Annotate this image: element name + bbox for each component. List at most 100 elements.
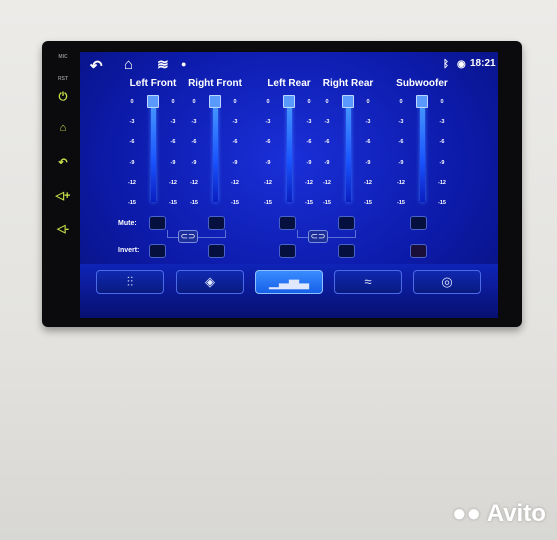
equalizer-bars-icon: ▁▃▅▃ [269, 274, 309, 289]
home-icon[interactable]: ⌂ [50, 122, 76, 134]
mute-checkbox[interactable] [338, 216, 355, 230]
scale-tick-label: -15 [397, 200, 405, 206]
scale-tick-label: -6 [439, 139, 445, 146]
scale-tick-label: -6 [365, 139, 371, 146]
scale-tick-label: -15 [323, 200, 331, 206]
scale-tick-label: -6 [324, 139, 330, 146]
tab-target[interactable]: ◈ [176, 270, 244, 294]
slider-knob[interactable] [283, 95, 295, 108]
scale-tick-label: -9 [398, 159, 404, 166]
scale-tick-label: -9 [306, 159, 312, 166]
link-rear-icon[interactable]: ⊂⊃ [308, 230, 328, 243]
volume-up-icon[interactable]: ◁+ [50, 189, 76, 202]
scale-tick-label: -9 [265, 159, 271, 166]
scale-tick-label: -3 [439, 119, 445, 126]
scale-tick-label: -9 [324, 159, 330, 166]
scale-tick-label: 0 [440, 99, 444, 105]
scale-tick-label: 0 [399, 99, 403, 105]
scale-tick-label: -3 [398, 119, 404, 126]
mute-checkbox[interactable] [410, 216, 427, 230]
mute-checkbox[interactable] [279, 216, 296, 230]
reset-button[interactable]: RST [50, 76, 76, 82]
scale-tick-label: -12 [169, 179, 177, 186]
slider-knob[interactable] [416, 95, 428, 108]
scale-tick-label: 0 [325, 99, 329, 105]
scale-tick-label: -9 [365, 159, 371, 166]
bluetooth-icon: ᛒ [443, 59, 449, 70]
scale-tick-label: -6 [265, 139, 271, 146]
scale-tick-label: -6 [129, 139, 135, 146]
slider-track[interactable] [420, 98, 425, 202]
invert-label: Invert: [118, 247, 140, 254]
scale-tick-label: -3 [170, 119, 176, 126]
layers-icon[interactable]: ≋ [157, 56, 169, 73]
tab-gauge[interactable]: ◎ [413, 270, 481, 294]
scale-tick-label: -6 [306, 139, 312, 146]
invert-checkbox[interactable] [279, 244, 296, 258]
invert-checkbox[interactable] [410, 244, 427, 258]
invert-checkbox[interactable] [338, 244, 355, 258]
scale-tick-label: -9 [191, 159, 197, 166]
tab-waves[interactable]: ≈ [334, 270, 402, 294]
invert-checkbox[interactable] [149, 244, 166, 258]
home-icon[interactable]: ⌂ [124, 56, 133, 73]
link-front-icon[interactable]: ⊂⊃ [178, 230, 198, 243]
scale-tick-label: -3 [129, 119, 135, 126]
slider-track[interactable] [213, 98, 218, 202]
scale-tick-label: -15 [438, 200, 446, 206]
scale-tick-label: 0 [192, 99, 196, 105]
scale-tick-label: -12 [231, 179, 239, 186]
volume-down-icon[interactable]: ◁- [50, 222, 76, 235]
scale-tick-label: -6 [191, 139, 197, 146]
mic-label: MIC [58, 54, 68, 60]
scale-tick-label: 0 [233, 99, 237, 105]
scale-tick-label: 0 [366, 99, 370, 105]
channel-label: Subwoofer [396, 78, 448, 89]
waves-icon: ≈ [364, 274, 372, 289]
scale-tick-label: 0 [266, 99, 270, 105]
slider-track[interactable] [151, 98, 156, 202]
slider-track[interactable] [346, 98, 351, 202]
scale-tick-label: 0 [130, 99, 134, 105]
scale-tick-label: -12 [397, 179, 405, 186]
scale-tick-label: -9 [170, 159, 176, 166]
scale-tick-label: -9 [129, 159, 135, 166]
screen: ↶ ⌂ ≋ ● ᛒ ◉ 18:21 Mute: Invert: ⊂⊃ ⊂⊃ Le… [80, 52, 498, 318]
location-icon: ◉ [457, 59, 466, 70]
scale-tick-label: -9 [439, 159, 445, 166]
invert-checkbox[interactable] [208, 244, 225, 258]
scale-tick-label: -12 [364, 179, 372, 186]
slider-track[interactable] [287, 98, 292, 202]
scale-tick-label: -15 [128, 200, 136, 206]
channel-label: Right Front [188, 78, 242, 89]
slider-knob[interactable] [342, 95, 354, 108]
scale-tick-label: 0 [307, 99, 311, 105]
scale-tick-label: -15 [190, 200, 198, 206]
scale-tick-label: -12 [128, 179, 136, 186]
slider-knob[interactable] [147, 95, 159, 108]
target-icon: ◈ [205, 274, 215, 289]
channel-label: Right Rear [322, 78, 374, 89]
mute-checkbox[interactable] [149, 216, 166, 230]
scale-tick-label: -3 [306, 119, 312, 126]
scale-tick-label: -6 [398, 139, 404, 146]
tab-sliders[interactable]: ⫶⫶ [96, 270, 164, 294]
back-icon[interactable]: ↶ [90, 57, 103, 75]
scale-tick-label: 0 [171, 99, 175, 105]
slider-knob[interactable] [209, 95, 221, 108]
watermark-logo: ●● Avito [452, 500, 546, 527]
tab-equalizer-bars[interactable]: ▁▃▅▃ [255, 270, 323, 294]
mute-checkbox[interactable] [208, 216, 225, 230]
sliders-icon: ⫶⫶ [126, 274, 134, 289]
scale-tick-label: -15 [305, 200, 313, 206]
scale-tick-label: -12 [323, 179, 331, 186]
mute-label: Mute: [118, 220, 137, 227]
back-icon[interactable]: ↶ [50, 156, 76, 169]
scale-tick-label: -12 [305, 179, 313, 186]
scale-tick-label: -3 [232, 119, 238, 126]
power-icon[interactable]: ⏻ [50, 91, 76, 104]
scale-tick-label: -6 [232, 139, 238, 146]
scale-tick-label: -3 [191, 119, 197, 126]
scale-tick-label: -12 [190, 179, 198, 186]
scale-tick-label: -9 [232, 159, 238, 166]
